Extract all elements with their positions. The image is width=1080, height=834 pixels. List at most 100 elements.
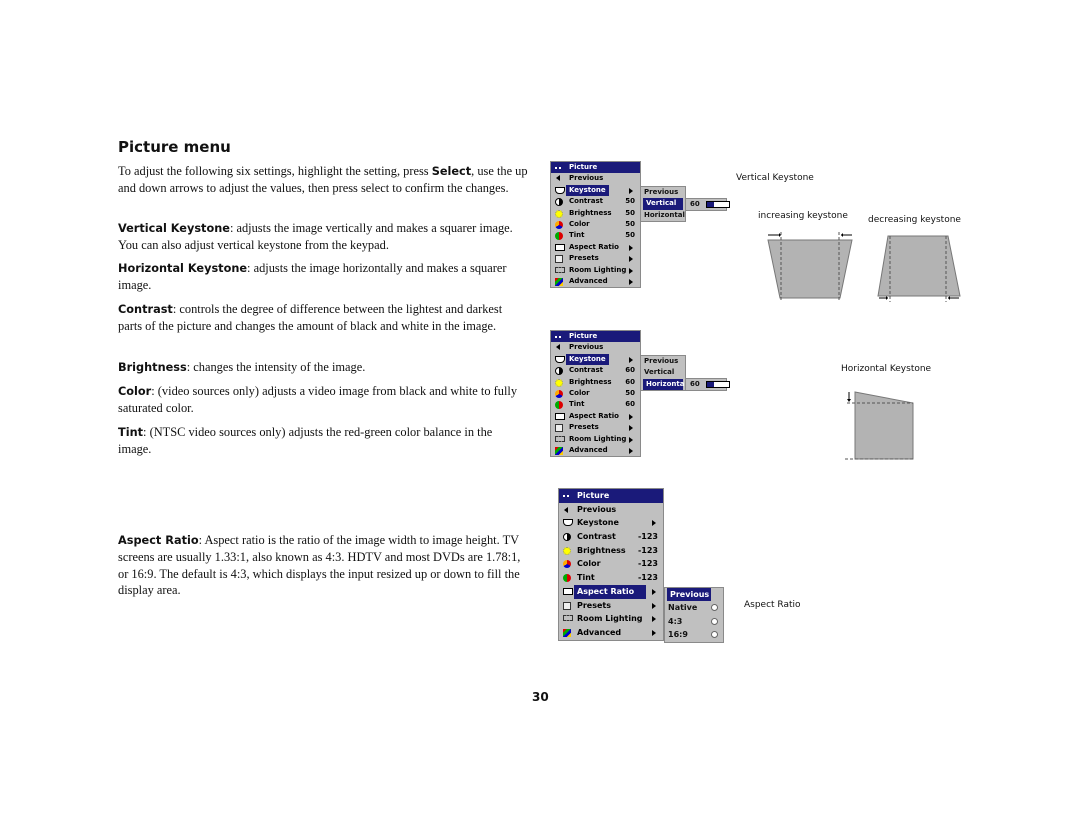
menu-item-brightness[interactable]: Brightness 60 (551, 377, 640, 388)
term: Tint (118, 426, 144, 439)
submenu-option-native[interactable]: Native (665, 601, 723, 615)
menu-item-keystone[interactable]: Keystone (559, 516, 663, 530)
item-label: Color (577, 559, 601, 569)
keystone-diagrams (767, 232, 961, 302)
aspect-ratio-icon (555, 243, 565, 251)
menu-item-tint[interactable]: Tint -123 (559, 571, 663, 585)
menu-item-brightness[interactable]: Brightness 50 (551, 208, 640, 219)
menu-item-previous[interactable]: Previous (551, 173, 640, 184)
menu-item-room-lighting[interactable]: Room Lighting (551, 265, 640, 276)
horizontal-keystone-diagram (845, 391, 914, 460)
menu-item-contrast[interactable]: Contrast 50 (551, 196, 640, 207)
menu-item-brightness[interactable]: Brightness -123 (559, 544, 663, 558)
menu-header: Picture (551, 162, 640, 174)
item-value: 50 (625, 231, 635, 240)
menu-item-color[interactable]: Color -123 (559, 557, 663, 571)
slider-track[interactable] (706, 201, 730, 208)
intro-text: To adjust the following six settings, hi… (118, 164, 432, 178)
item-label: Keystone (566, 353, 609, 366)
room-lighting-icon (555, 266, 565, 273)
menu-item-tint[interactable]: Tint 60 (551, 399, 640, 410)
item-value: 60 (625, 377, 635, 386)
radio-button[interactable] (711, 631, 718, 639)
description: : (NTSC video sources only) adjusts the … (118, 425, 493, 457)
menu-item-color[interactable]: Color 50 (551, 219, 640, 230)
item-label: Advanced (577, 627, 622, 637)
left-arrow-icon (564, 506, 568, 513)
item-label: Contrast (569, 366, 603, 375)
menu-item-contrast[interactable]: Contrast -123 (559, 530, 663, 544)
item-label: Aspect Ratio (569, 242, 619, 251)
submenu-item-previous[interactable]: Previous (641, 187, 685, 198)
menu-item-room-lighting[interactable]: Room Lighting (551, 434, 640, 445)
chevron-right-icon (629, 447, 633, 454)
menu-item-contrast[interactable]: Contrast 60 (551, 365, 640, 376)
menu-item-tint[interactable]: Tint 50 (551, 230, 640, 241)
item-label: Contrast (569, 197, 603, 206)
left-arrow-icon (556, 344, 560, 351)
menu-item-aspect-ratio[interactable]: Aspect Ratio (551, 411, 640, 422)
slider-track[interactable] (706, 381, 730, 388)
item-label: Room Lighting (569, 265, 627, 274)
chevron-right-icon (629, 187, 633, 194)
aspect-ratio-caption: Aspect Ratio (744, 600, 801, 610)
radio-button[interactable] (711, 617, 718, 625)
menu-item-presets[interactable]: Presets (559, 599, 663, 613)
color-wheel-icon (555, 220, 563, 229)
presets-icon (563, 601, 571, 610)
option-label: Native (668, 603, 698, 612)
submenu-option-4-3[interactable]: 4:3 (665, 615, 723, 629)
menu-item-keystone[interactable]: Keystone (551, 353, 640, 366)
item-value: -123 (637, 532, 658, 542)
submenu-option-16-9[interactable]: 16:9 (665, 628, 723, 642)
menu-item-presets[interactable]: Presets (551, 253, 640, 264)
tint-icon (563, 574, 571, 583)
menu-item-keystone[interactable]: Keystone (551, 184, 640, 197)
horizontal-keystone-slider[interactable]: 60 (685, 378, 730, 391)
page-title: Picture menu (118, 138, 231, 156)
menu-item-advanced[interactable]: Advanced (551, 276, 640, 287)
chevron-right-icon (652, 602, 656, 609)
submenu-item-horizontal[interactable]: Horizontal (641, 210, 685, 221)
term: Brightness (118, 361, 187, 374)
chevron-right-icon (652, 588, 656, 595)
submenu-item-previous[interactable]: Previous (641, 356, 685, 367)
item-label: Presets (577, 600, 612, 610)
submenu-item-previous[interactable]: Previous (667, 588, 711, 601)
chevron-right-icon (629, 278, 633, 285)
submenu-item-vertical[interactable]: Vertical (643, 198, 683, 210)
item-label: Previous (569, 174, 604, 183)
slider-fill (707, 382, 714, 387)
submenu-item-vertical[interactable]: Vertical (641, 367, 685, 378)
item-value: -123 (637, 573, 658, 583)
picture-menu-vertical: Picture Previous Keystone Contrast 50 Bri… (550, 161, 641, 289)
keystone-icon (563, 519, 573, 527)
item-label: Advanced (569, 276, 608, 285)
menu-item-aspect-ratio[interactable]: Aspect Ratio (559, 584, 663, 599)
item-label: Room Lighting (577, 614, 643, 624)
item-label: Tint (577, 573, 595, 583)
keystone-icon (555, 355, 565, 363)
menu-item-aspect-ratio[interactable]: Aspect Ratio (551, 242, 640, 253)
presets-icon (555, 255, 563, 264)
item-label: Brightness (569, 208, 612, 217)
menu-item-advanced[interactable]: Advanced (559, 626, 663, 640)
item-value: -123 (637, 545, 658, 555)
aspect-ratio-icon (555, 412, 565, 420)
submenu-item-horizontal[interactable]: Horizontal (643, 378, 687, 391)
vertical-keystone-slider[interactable]: 60 (685, 198, 730, 211)
tint-paragraph: Tint: (NTSC video sources only) adjusts … (118, 424, 528, 458)
advanced-icon (555, 446, 563, 455)
menu-title: Picture (569, 163, 598, 171)
menu-item-previous[interactable]: Previous (559, 503, 663, 517)
menu-item-presets[interactable]: Presets (551, 422, 640, 433)
increasing-keystone-caption: increasing keystone (758, 211, 848, 221)
item-label: Presets (569, 423, 599, 432)
menu-item-color[interactable]: Color 50 (551, 388, 640, 399)
menu-item-advanced[interactable]: Advanced (551, 445, 640, 456)
menu-item-room-lighting[interactable]: Room Lighting (559, 612, 663, 626)
chevron-right-icon (652, 616, 656, 623)
radio-button[interactable] (711, 604, 718, 611)
menu-item-previous[interactable]: Previous (551, 342, 640, 353)
menu-header: Picture (559, 489, 663, 503)
